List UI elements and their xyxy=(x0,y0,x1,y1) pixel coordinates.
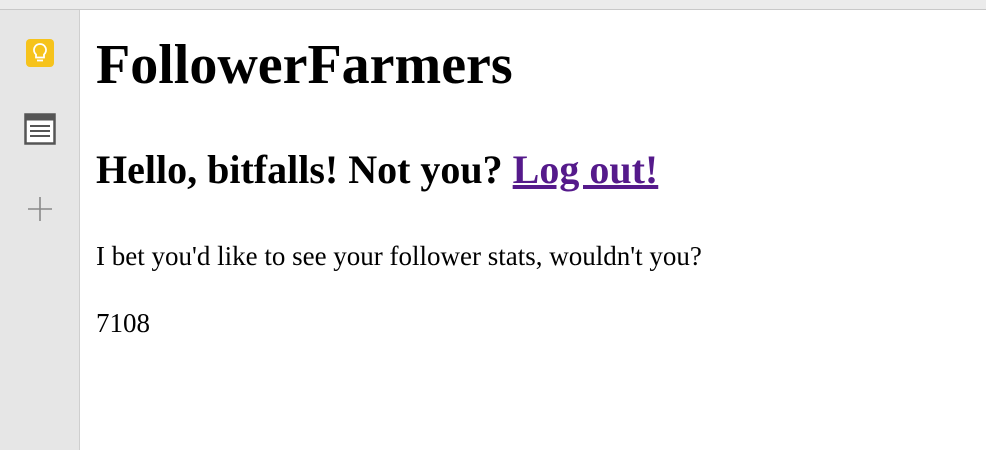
logout-link[interactable]: Log out! xyxy=(513,147,659,192)
greeting-heading: Hello, bitfalls! Not you? Log out! xyxy=(96,147,658,193)
browser-top-strip xyxy=(0,0,986,10)
notes-icon xyxy=(24,112,56,150)
stats-message: I bet you'd like to see your follower st… xyxy=(96,241,702,271)
sidebar xyxy=(0,10,80,450)
follower-count: 7108 xyxy=(96,308,150,338)
page-title: FollowerFarmers xyxy=(96,34,513,96)
add-button[interactable] xyxy=(22,193,58,229)
notes-button[interactable] xyxy=(22,112,58,150)
greeting-text: Hello, bitfalls! Not you? xyxy=(96,147,503,192)
add-icon xyxy=(26,195,54,228)
lightbulb-button[interactable] xyxy=(22,37,58,73)
lightbulb-icon xyxy=(25,38,55,73)
